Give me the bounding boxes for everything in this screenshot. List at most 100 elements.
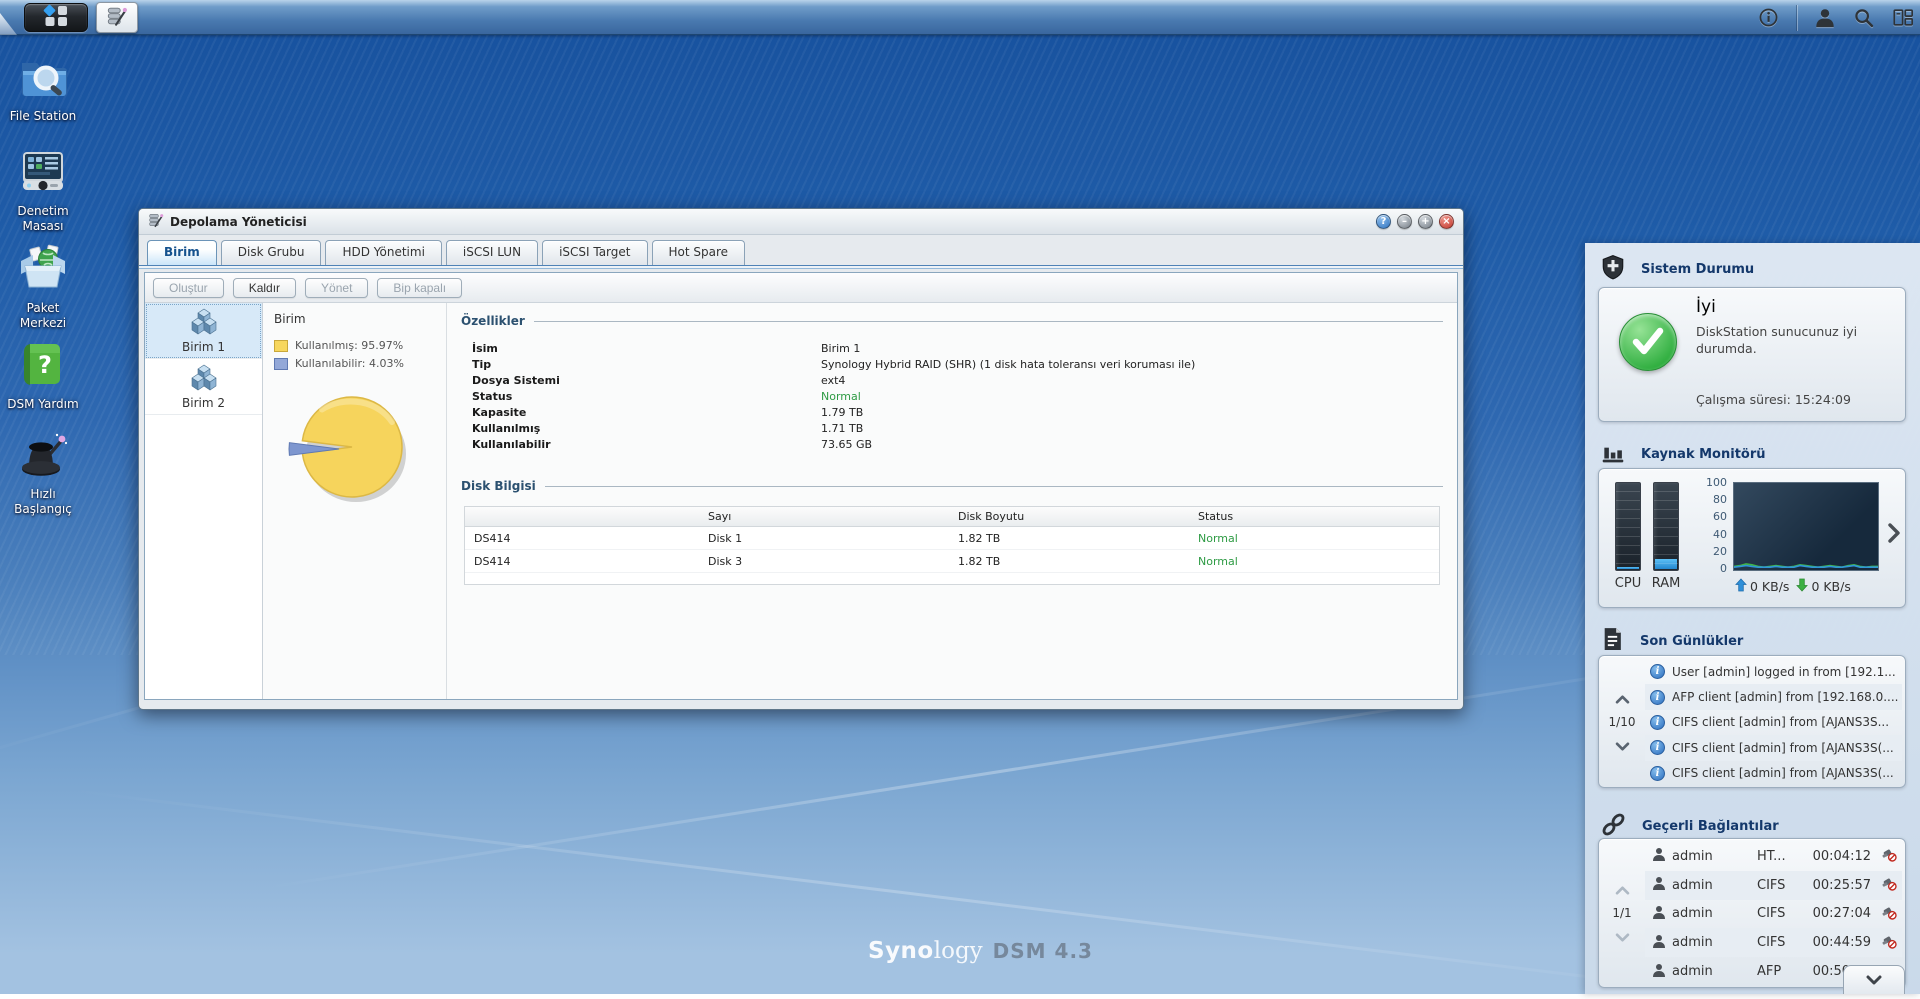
disconnect-icon[interactable] bbox=[1881, 875, 1897, 895]
section-rule bbox=[534, 321, 1443, 322]
tab-birim[interactable]: Birim bbox=[147, 240, 217, 265]
svg-text:?: ? bbox=[38, 351, 52, 379]
page-indicator: 1/1 bbox=[1612, 906, 1631, 920]
disconnect-icon[interactable] bbox=[1881, 933, 1897, 953]
log-text: CIFS client [admin] from [AJANS3S(... bbox=[1672, 741, 1894, 755]
volume-cubes-icon bbox=[190, 364, 218, 394]
property-value: Synology Hybrid RAID (SHR) (1 disk hata … bbox=[821, 358, 1195, 371]
package-center-icon bbox=[17, 242, 69, 298]
desktop-icon-quick-start[interactable]: Hızlı Başlangıç bbox=[2, 428, 84, 517]
window-titlebar[interactable]: Depolama Yöneticisi ?–+× bbox=[139, 209, 1463, 235]
table-cell: 1.82 TB bbox=[958, 555, 1198, 568]
widget-panel-collapse-button[interactable] bbox=[1843, 965, 1905, 994]
page-up-icon[interactable] bbox=[1615, 880, 1630, 899]
axis-tick-label: 100 bbox=[1695, 476, 1727, 493]
search-icon[interactable] bbox=[1853, 7, 1875, 29]
user-icon bbox=[1652, 934, 1666, 952]
log-text: CIFS client [admin] from [AJANS3S(... bbox=[1672, 766, 1894, 780]
resource-monitor-header: Kaynak Monitörü bbox=[1600, 439, 1766, 469]
desktop-icon-label: File Station bbox=[10, 109, 77, 124]
widget-title: Geçerli Bağlantılar bbox=[1642, 819, 1779, 834]
taskbar-right-icons bbox=[1757, 0, 1914, 35]
log-list: iUser [admin] logged in from [192.1...iA… bbox=[1645, 659, 1902, 784]
widget-title: Son Günlükler bbox=[1640, 634, 1743, 649]
tab-disk-grubu[interactable]: Disk Grubu bbox=[221, 240, 322, 265]
connection-user: admin bbox=[1672, 878, 1751, 893]
kald-r-button[interactable]: Kaldır bbox=[233, 278, 296, 298]
main-menu-button[interactable] bbox=[24, 3, 88, 32]
legend-swatch bbox=[274, 358, 288, 370]
tab-hdd-y-netimi[interactable]: HDD Yönetimi bbox=[325, 240, 441, 265]
desktop-icon-control-panel[interactable]: Denetim Masası bbox=[2, 145, 84, 234]
quick-start-icon bbox=[17, 428, 69, 484]
version-text: DSM 4.3 bbox=[993, 939, 1093, 963]
log-entry: iUser [admin] logged in from [192.1... bbox=[1645, 659, 1902, 684]
table-cell: Normal bbox=[1198, 532, 1439, 545]
desktop-icon-dsm-help[interactable]: ? DSM Yardım bbox=[2, 338, 84, 412]
window-content-frame: Oluştur Kaldır Yönet Bip kapalı Birim 1 Bir… bbox=[144, 272, 1458, 700]
legend-swatch bbox=[274, 340, 288, 352]
page-down-icon[interactable] bbox=[1615, 736, 1630, 755]
disconnect-icon[interactable] bbox=[1881, 904, 1897, 924]
tab-hot-spare[interactable]: Hot Spare bbox=[652, 240, 746, 265]
info-icon: i bbox=[1650, 740, 1665, 755]
recent-logs-card: 1/10 iUser [admin] logged in from [192.1… bbox=[1598, 655, 1906, 788]
pie-legend: Kullanılmış: 95.97%Kullanılabilir: 4.03% bbox=[274, 339, 446, 370]
tab-iscsi-target[interactable]: iSCSI Target bbox=[542, 240, 647, 265]
cpu-gauge bbox=[1615, 482, 1641, 571]
user-icon bbox=[1652, 847, 1666, 865]
storage-manager-icon bbox=[106, 5, 128, 31]
volume-list-item-birim-2[interactable]: Birim 2 bbox=[145, 359, 262, 415]
download-arrow-icon bbox=[1796, 578, 1808, 595]
table-header-row: SayıDisk BoyutuStatus bbox=[465, 507, 1439, 527]
connection-list: adminHT...00:04:12 adminCIFS00:25:57 adm… bbox=[1645, 842, 1902, 984]
y-net-button[interactable]: Yönet bbox=[305, 278, 368, 298]
page-indicator: 1/10 bbox=[1609, 715, 1636, 729]
network-graph bbox=[1733, 482, 1879, 571]
olu-tur-button[interactable]: Oluştur bbox=[153, 278, 224, 298]
property-value: Normal bbox=[821, 390, 861, 403]
usage-pie-chart bbox=[287, 387, 419, 517]
minimize-window-button[interactable]: – bbox=[1397, 214, 1412, 229]
connection-user: admin bbox=[1672, 906, 1751, 921]
property-label: Kapasite bbox=[461, 406, 821, 419]
widget-title: Kaynak Monitörü bbox=[1641, 447, 1766, 462]
show-desktop-corner[interactable] bbox=[0, 13, 17, 35]
volume-details-panel: Özellikler İsimBirim 1TipSynology Hybrid… bbox=[447, 303, 1457, 699]
page-up-icon[interactable] bbox=[1615, 689, 1630, 708]
property-row: İsimBirim 1 bbox=[461, 340, 1443, 356]
user-icon[interactable] bbox=[1814, 7, 1836, 29]
page-down-icon[interactable] bbox=[1615, 927, 1630, 946]
maximize-window-button[interactable]: + bbox=[1418, 214, 1433, 229]
table-cell: DS414 bbox=[465, 555, 708, 568]
axis-tick-label: 80 bbox=[1695, 493, 1727, 510]
health-shield-icon bbox=[1600, 254, 1626, 284]
help-window-button[interactable]: ? bbox=[1376, 214, 1391, 229]
bip-kapal-button[interactable]: Bip kapalı bbox=[377, 278, 462, 298]
table-row[interactable]: DS414Disk 31.82 TBNormal bbox=[465, 550, 1439, 573]
volume-list-item-birim-1[interactable]: Birim 1 bbox=[145, 303, 262, 359]
storage-manager-window: Depolama Yöneticisi ?–+× BirimDisk Grubu… bbox=[138, 208, 1464, 710]
property-value: Birim 1 bbox=[821, 342, 860, 355]
connection-row: adminCIFS00:25:57 bbox=[1645, 871, 1902, 900]
property-label: Kullanılabilir bbox=[461, 438, 821, 451]
pilot-view-icon[interactable] bbox=[1892, 7, 1914, 29]
dsm-help-icon: ? bbox=[17, 338, 69, 394]
user-icon bbox=[1652, 963, 1666, 981]
table-row[interactable]: DS414Disk 11.82 TBNormal bbox=[465, 527, 1439, 550]
info-icon: i bbox=[1650, 715, 1665, 730]
desktop-icon-package-center[interactable]: Paket Merkezi bbox=[2, 242, 84, 331]
upload-arrow-icon bbox=[1735, 578, 1747, 595]
connection-user: admin bbox=[1672, 935, 1751, 950]
close-window-button[interactable]: × bbox=[1439, 214, 1454, 229]
taskbar-app-storage-manager[interactable] bbox=[96, 2, 138, 33]
disconnect-icon[interactable] bbox=[1881, 846, 1897, 866]
chevron-right-icon[interactable] bbox=[1887, 523, 1900, 547]
tab-iscsi-lun[interactable]: iSCSI LUN bbox=[446, 240, 538, 265]
log-entry: iCIFS client [admin] from [AJANS3S... bbox=[1645, 710, 1902, 735]
info-icon[interactable] bbox=[1757, 7, 1779, 29]
toolbar: Oluştur Kaldır Yönet Bip kapalı bbox=[145, 273, 1457, 303]
desktop-icon-file-station[interactable]: File Station bbox=[2, 50, 84, 124]
connection-time: 00:04:12 bbox=[1807, 849, 1871, 864]
table-cell: Normal bbox=[1198, 555, 1439, 568]
